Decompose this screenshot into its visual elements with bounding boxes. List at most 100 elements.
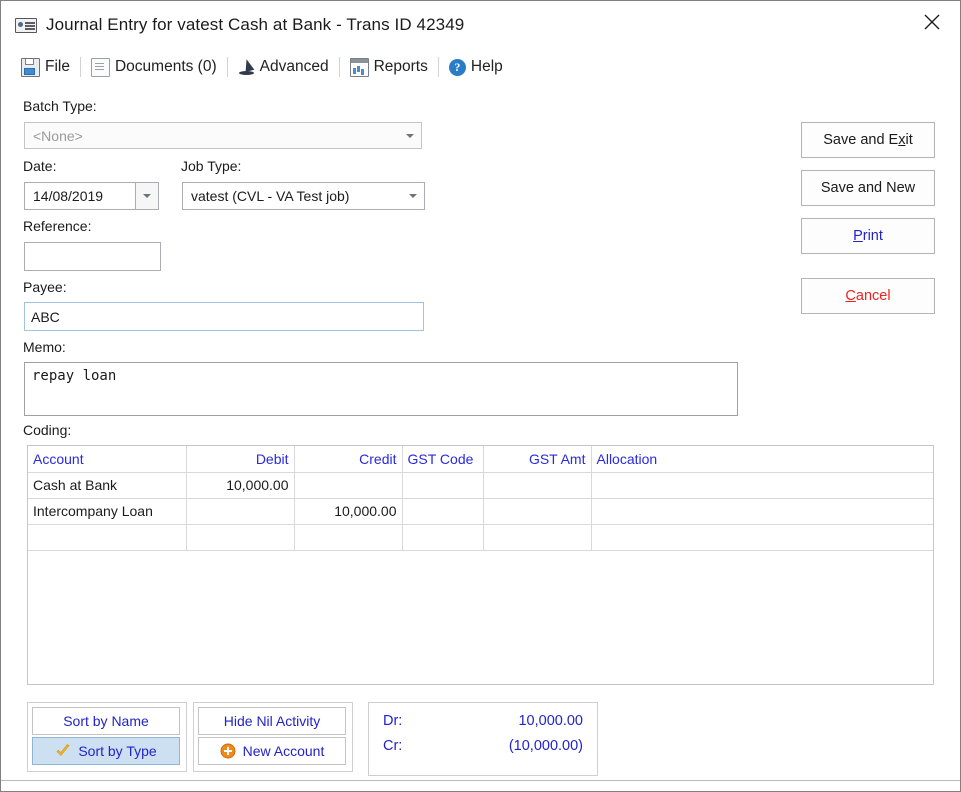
save-and-exit-label: Save and Exit <box>823 132 913 148</box>
report-icon <box>349 57 369 77</box>
coding-grid[interactable]: Account Debit Credit GST Code GST Amt Allocat… <box>27 445 934 685</box>
credit-total-label: Cr: <box>383 738 403 754</box>
save-icon <box>21 57 40 77</box>
journal-entry-window: Journal Entry for vatest Cash at Bank - … <box>0 0 961 792</box>
cell-gst_amt[interactable] <box>483 472 592 499</box>
job-type-combo[interactable]: vatest (CVL - VA Test job) <box>182 182 425 210</box>
hide-nil-activity-button[interactable]: Hide Nil Activity <box>198 707 346 735</box>
column-header-gst-amt[interactable]: GST Amt <box>483 446 592 473</box>
status-bar <box>1 780 960 791</box>
window-title: Journal Entry for vatest Cash at Bank - … <box>46 15 465 34</box>
table-empty-cell <box>28 550 933 678</box>
menu-item-file[interactable]: File <box>13 54 78 80</box>
cell-allocation[interactable] <box>591 472 933 499</box>
cancel-label: Cancel <box>845 288 891 304</box>
chevron-down-icon[interactable] <box>402 183 424 209</box>
coding-table: Account Debit Credit GST Code GST Amt Allocat… <box>28 446 933 678</box>
table-row[interactable]: Cash at Bank 10,000.00 <box>28 472 933 499</box>
menu-item-advanced-label: Advanced <box>259 58 329 75</box>
menu-separator <box>79 57 81 77</box>
new-account-label: New Account <box>242 743 325 759</box>
save-and-exit-button[interactable]: Save and Exit <box>801 122 935 158</box>
close-button[interactable] <box>902 1 960 43</box>
table-empty-area[interactable] <box>28 550 933 678</box>
column-header-credit[interactable]: Credit <box>294 446 403 473</box>
cancel-button[interactable]: Cancel <box>801 278 935 314</box>
column-header-allocation[interactable]: Allocation <box>591 446 933 473</box>
cell-account[interactable]: Cash at Bank <box>28 472 187 499</box>
plus-circle-icon <box>220 743 236 759</box>
print-label: Print <box>853 228 883 244</box>
memo-label: Memo: <box>23 339 66 355</box>
cell-gst_code[interactable] <box>402 524 484 551</box>
account-button-group: Hide Nil Activity New Account <box>193 702 353 772</box>
totals-panel: Dr: 10,000.00 Cr: (10,000.00) <box>368 702 598 776</box>
menu-bar: File Documents (0) Advanced Reports ? He… <box>1 49 960 85</box>
save-and-new-button[interactable]: Save and New <box>801 170 935 206</box>
cell-credit[interactable] <box>294 524 403 551</box>
cell-debit[interactable]: 10,000.00 <box>186 472 295 499</box>
menu-item-advanced[interactable]: Advanced <box>230 54 337 80</box>
date-dropdown-icon[interactable] <box>135 183 158 209</box>
debit-total-row: Dr: 10,000.00 <box>383 709 583 734</box>
hide-nil-activity-label: Hide Nil Activity <box>223 713 321 729</box>
sort-by-name-label: Sort by Name <box>63 713 149 729</box>
cell-credit[interactable] <box>294 472 403 499</box>
table-body: Cash at Bank 10,000.00 Intercompany Loan 10… <box>28 472 933 678</box>
payee-input[interactable] <box>24 302 424 331</box>
menu-separator <box>437 57 439 77</box>
menu-item-help[interactable]: ? Help <box>441 54 511 80</box>
batch-type-value: <None> <box>33 127 83 144</box>
menu-item-reports[interactable]: Reports <box>342 54 436 80</box>
cell-gst_code[interactable] <box>402 472 484 499</box>
help-icon: ? <box>448 58 466 76</box>
reference-label: Reference: <box>23 218 92 234</box>
credit-total-row: Cr: (10,000.00) <box>383 734 583 759</box>
batch-type-combo[interactable]: <None> <box>24 122 422 149</box>
memo-input[interactable] <box>24 362 738 416</box>
reference-input[interactable] <box>24 242 161 271</box>
cell-account[interactable] <box>28 524 187 551</box>
column-header-debit[interactable]: Debit <box>186 446 295 473</box>
menu-item-file-label: File <box>45 58 70 75</box>
cell-credit[interactable]: 10,000.00 <box>294 498 403 525</box>
column-header-account[interactable]: Account <box>28 446 187 473</box>
cell-debit[interactable] <box>186 498 295 525</box>
cell-debit[interactable] <box>186 524 295 551</box>
wizard-hat-icon <box>238 59 255 76</box>
table-row[interactable] <box>28 524 933 551</box>
date-label: Date: <box>23 158 57 174</box>
sort-button-group: Sort by Name Sort by Type <box>27 702 187 772</box>
job-type-label: Job Type: <box>181 158 242 174</box>
credit-total-value: (10,000.00) <box>508 738 583 754</box>
cell-gst_code[interactable] <box>402 498 484 525</box>
date-value: 14/08/2019 <box>33 188 104 204</box>
cell-gst_amt[interactable] <box>483 498 592 525</box>
date-field[interactable]: 14/08/2019 <box>24 182 159 210</box>
menu-item-help-label: Help <box>470 58 503 75</box>
sort-by-type-label: Sort by Type <box>78 743 157 759</box>
sort-by-name-button[interactable]: Sort by Name <box>32 707 180 735</box>
new-account-button[interactable]: New Account <box>198 737 346 765</box>
debit-total-label: Dr: <box>383 713 403 729</box>
job-type-value: vatest (CVL - VA Test job) <box>191 188 350 204</box>
cell-allocation[interactable] <box>591 524 933 551</box>
sort-by-type-button[interactable]: Sort by Type <box>32 737 180 765</box>
document-icon <box>90 57 110 77</box>
batch-type-label: Batch Type: <box>23 98 97 114</box>
menu-separator <box>226 57 228 77</box>
check-icon <box>56 744 70 757</box>
chevron-down-icon[interactable] <box>399 123 421 148</box>
print-button[interactable]: Print <box>801 218 935 254</box>
coding-label: Coding: <box>23 422 72 438</box>
save-and-new-label: Save and New <box>820 180 916 196</box>
cell-gst_amt[interactable] <box>483 524 592 551</box>
close-icon <box>924 14 940 30</box>
table-row[interactable]: Intercompany Loan 10,000.00 <box>28 498 933 525</box>
cell-account[interactable]: Intercompany Loan <box>28 498 187 525</box>
cheque-icon <box>15 17 37 33</box>
menu-item-documents[interactable]: Documents (0) <box>83 54 225 80</box>
menu-item-reports-label: Reports <box>373 58 428 75</box>
column-header-gst-code[interactable]: GST Code <box>402 446 484 473</box>
cell-allocation[interactable] <box>591 498 933 525</box>
